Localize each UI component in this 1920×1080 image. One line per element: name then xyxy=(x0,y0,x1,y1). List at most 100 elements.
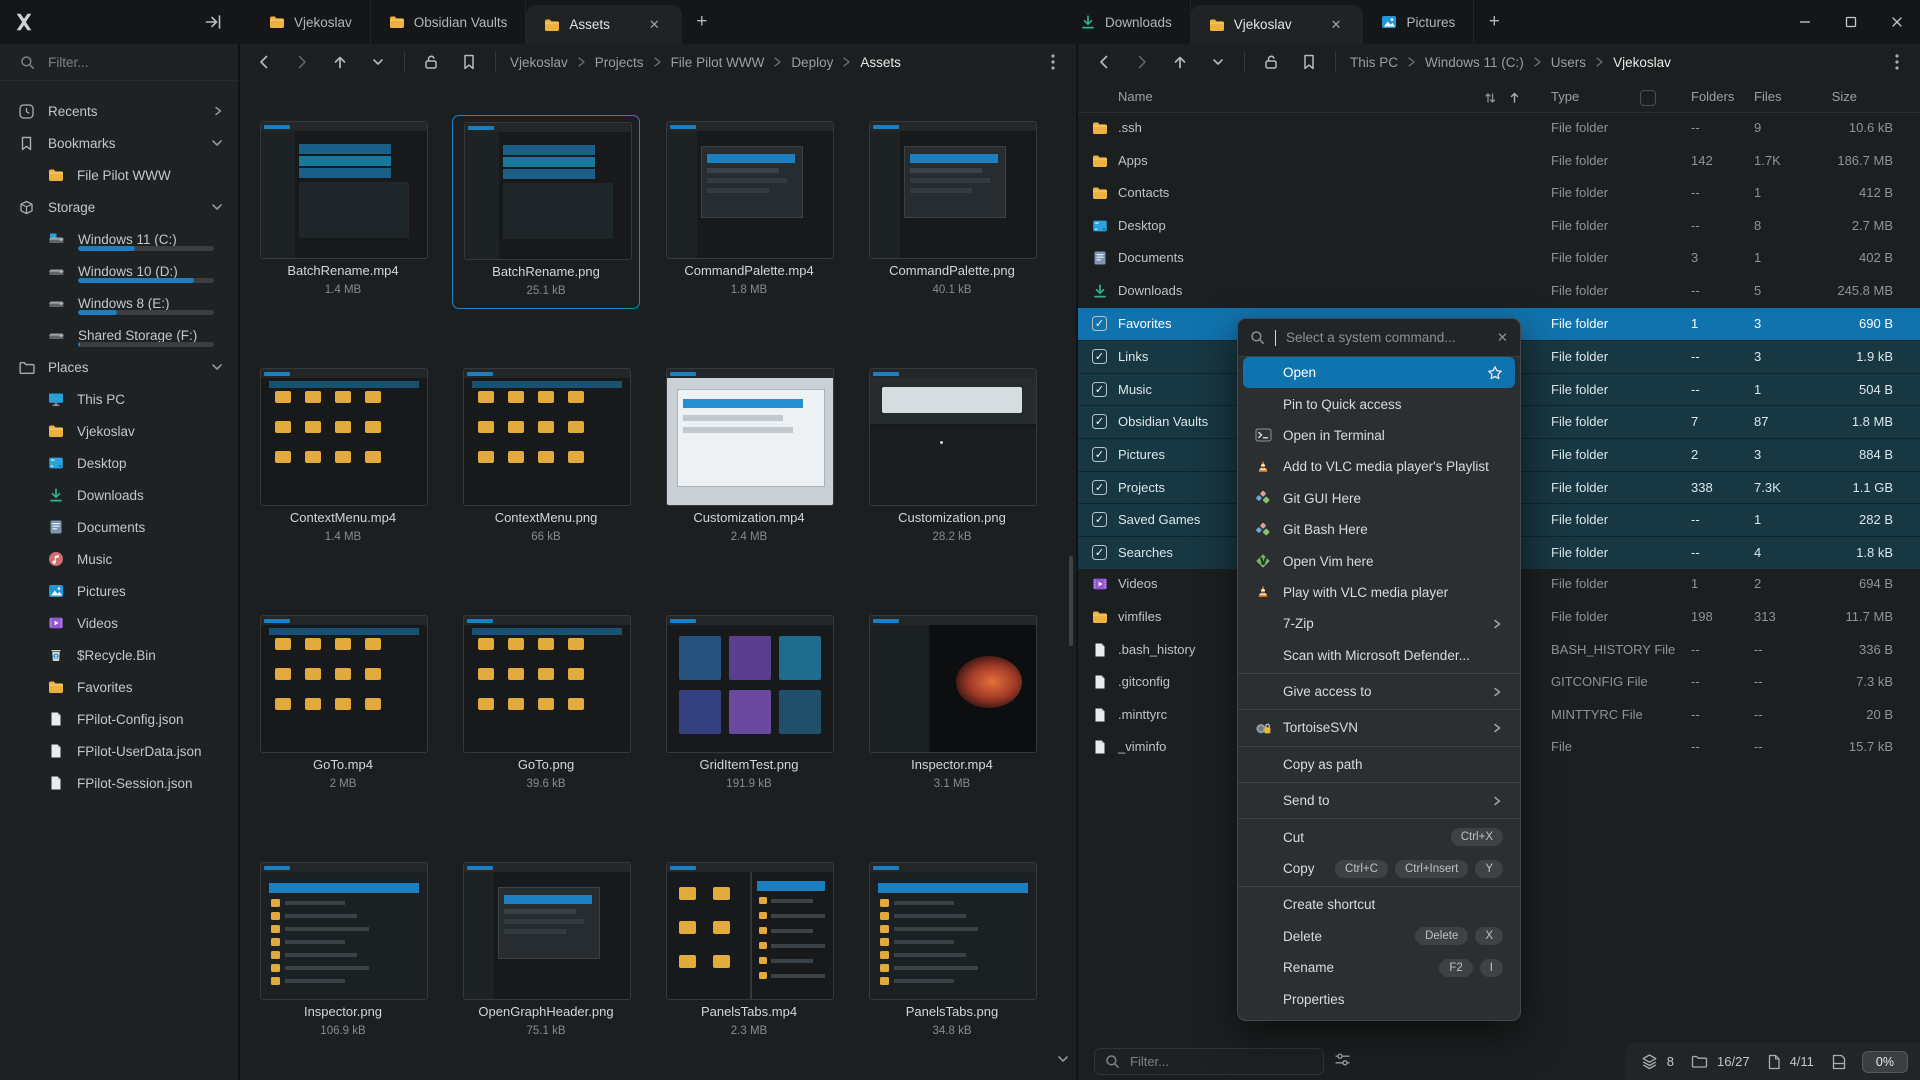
menu-item-scan-with-microsoft-defender-[interactable]: Scan with Microsoft Defender... xyxy=(1243,640,1515,671)
sidebar-item-fpilot-userdata-json[interactable]: FPilot-UserData.json xyxy=(0,735,238,767)
tab-vjekoslav[interactable]: Vjekoslav✕ xyxy=(1191,5,1364,44)
menu-item-git-gui-here[interactable]: Git GUI Here xyxy=(1243,483,1515,514)
menu-item-pin-to-quick-access[interactable]: Pin to Quick access xyxy=(1243,388,1515,419)
tab-obsidian-vaults[interactable]: Obsidian Vaults xyxy=(371,0,527,44)
menu-item-rename[interactable]: RenameF2I xyxy=(1243,952,1515,983)
back-icon[interactable] xyxy=(1092,50,1116,74)
command-search-input[interactable]: Select a system command... ✕ xyxy=(1238,319,1520,357)
sidebar-section-recents[interactable]: Recents xyxy=(0,95,238,127)
grid-item-customization-mp4[interactable]: Customization.mp42.4 MB xyxy=(655,362,843,556)
menu-item-give-access-to[interactable]: Give access to xyxy=(1243,676,1515,707)
column-header-files[interactable]: Files xyxy=(1754,89,1781,104)
table-row-desktop[interactable]: DesktopFile folder--82.7 MB xyxy=(1078,210,1920,243)
lock-pane-icon[interactable] xyxy=(1259,50,1283,74)
favorite-star-icon[interactable] xyxy=(1487,365,1503,381)
list-filter-input[interactable]: Filter... xyxy=(1094,1048,1324,1075)
row-checkbox-checked[interactable]: ✓ xyxy=(1092,349,1107,364)
sidebar-section-places[interactable]: Places xyxy=(0,351,238,383)
forward-icon[interactable] xyxy=(290,50,314,74)
minimize-button[interactable] xyxy=(1782,0,1828,44)
lock-pane-icon[interactable] xyxy=(419,50,443,74)
sidebar-item-favorites[interactable]: Favorites xyxy=(0,671,238,703)
menu-item-7-zip[interactable]: 7-Zip xyxy=(1243,608,1515,639)
sidebar-item-music[interactable]: Music xyxy=(0,543,238,575)
grid-item-commandpalette-mp4[interactable]: CommandPalette.mp41.8 MB xyxy=(655,115,843,309)
sidebar-item-pictures[interactable]: Pictures xyxy=(0,575,238,607)
menu-item-copy[interactable]: CopyCtrl+CCtrl+InsertY xyxy=(1243,853,1515,884)
table-row-documents[interactable]: DocumentsFile folder31402 B xyxy=(1078,242,1920,275)
tab-pictures[interactable]: Pictures xyxy=(1363,0,1474,44)
scroll-down-icon[interactable] xyxy=(1056,1052,1070,1066)
column-header-size[interactable]: Size xyxy=(1832,89,1857,104)
grid-item-contextmenu-mp4[interactable]: ContextMenu.mp41.4 MB xyxy=(249,362,437,556)
grid-item-inspector-png[interactable]: Inspector.png106.9 kB xyxy=(249,856,437,1050)
menu-item-open-in-terminal[interactable]: Open in Terminal xyxy=(1243,420,1515,451)
select-all-checkbox[interactable] xyxy=(1640,90,1656,106)
grid-item-opengraphheader-png[interactable]: OpenGraphHeader.png75.1 kB xyxy=(452,856,640,1050)
breadcrumb-segment[interactable]: Vjekoslav xyxy=(510,55,568,70)
history-dropdown-icon[interactable] xyxy=(366,50,390,74)
menu-item-tortoisesvn[interactable]: TortoiseSVN xyxy=(1243,712,1515,743)
menu-item-create-shortcut[interactable]: Create shortcut xyxy=(1243,889,1515,920)
menu-item-delete[interactable]: DeleteDeleteX xyxy=(1243,921,1515,952)
tab-close-icon[interactable]: ✕ xyxy=(645,16,664,33)
grid-item-batchrename-png[interactable]: BatchRename.png25.1 kB xyxy=(452,115,640,309)
breadcrumb-segment[interactable]: Assets xyxy=(860,55,901,70)
sidebar-item--recycle-bin[interactable]: $Recycle.Bin xyxy=(0,639,238,671)
menu-item-add-to-vlc-media-player-s-playlist[interactable]: Add to VLC media player's Playlist xyxy=(1243,451,1515,482)
column-header-folders[interactable]: Folders xyxy=(1691,89,1734,104)
tab-assets[interactable]: Assets✕ xyxy=(526,5,681,44)
sidebar-item-downloads[interactable]: Downloads xyxy=(0,479,238,511)
column-header-type[interactable]: Type xyxy=(1551,89,1579,104)
grid-item-goto-png[interactable]: GoTo.png39.6 kB xyxy=(452,609,640,803)
tab-vjekoslav[interactable]: Vjekoslav xyxy=(251,0,371,44)
tab-close-icon[interactable]: ✕ xyxy=(1327,16,1346,33)
row-checkbox-checked[interactable]: ✓ xyxy=(1092,545,1107,560)
sidebar-item-fpilot-config-json[interactable]: FPilot-Config.json xyxy=(0,703,238,735)
forward-icon[interactable] xyxy=(1130,50,1154,74)
tab-downloads[interactable]: Downloads xyxy=(1062,0,1191,44)
row-checkbox-checked[interactable]: ✓ xyxy=(1092,512,1107,527)
menu-item-properties[interactable]: Properties xyxy=(1243,983,1515,1014)
sort-mode-icon[interactable] xyxy=(1483,91,1497,105)
table-row--ssh[interactable]: .sshFile folder--910.6 kB xyxy=(1078,112,1920,145)
sidebar-section-storage[interactable]: Storage xyxy=(0,191,238,223)
grid-item-customization-png[interactable]: Customization.png28.2 kB xyxy=(858,362,1046,556)
row-checkbox-checked[interactable]: ✓ xyxy=(1092,480,1107,495)
column-header-name[interactable]: Name xyxy=(1118,89,1153,104)
sidebar-item-fpilot-session-json[interactable]: FPilot-Session.json xyxy=(0,767,238,799)
row-checkbox-checked[interactable]: ✓ xyxy=(1092,447,1107,462)
maximize-button[interactable] xyxy=(1828,0,1874,44)
up-icon[interactable] xyxy=(1168,50,1192,74)
close-button[interactable] xyxy=(1874,0,1920,44)
history-dropdown-icon[interactable] xyxy=(1206,50,1230,74)
scrollbar-thumb[interactable] xyxy=(1069,556,1073,646)
more-options-icon[interactable] xyxy=(1884,49,1910,75)
menu-item-send-to[interactable]: Send to xyxy=(1243,785,1515,816)
breadcrumb-segment[interactable]: Vjekoslav xyxy=(1613,55,1671,70)
new-tab-button[interactable]: + xyxy=(682,0,722,44)
grid-item-panelstabs-png[interactable]: PanelsTabs.png34.8 kB xyxy=(858,856,1046,1050)
sidebar-item-this-pc[interactable]: This PC xyxy=(0,383,238,415)
sidebar-item-desktop[interactable]: Desktop xyxy=(0,447,238,479)
breadcrumb-segment[interactable]: Windows 11 (C:) xyxy=(1425,55,1524,70)
progress-badge[interactable]: 0% xyxy=(1862,1051,1908,1073)
grid-item-goto-mp4[interactable]: GoTo.mp42 MB xyxy=(249,609,437,803)
row-checkbox-checked[interactable]: ✓ xyxy=(1092,414,1107,429)
grid-item-batchrename-mp4[interactable]: BatchRename.mp41.4 MB xyxy=(249,115,437,309)
row-checkbox-checked[interactable]: ✓ xyxy=(1092,316,1107,331)
sidebar-filter-input[interactable]: Filter... xyxy=(0,44,238,81)
new-tab-button[interactable]: + xyxy=(1474,0,1514,44)
breadcrumb-segment[interactable]: Deploy xyxy=(791,55,833,70)
menu-item-open[interactable]: Open xyxy=(1243,357,1515,388)
table-row-apps[interactable]: AppsFile folder1421.7K186.7 MB xyxy=(1078,145,1920,178)
grid-item-panelstabs-mp4[interactable]: PanelsTabs.mp42.3 MB xyxy=(655,856,843,1050)
table-row-downloads[interactable]: DownloadsFile folder--5245.8 MB xyxy=(1078,275,1920,308)
grid-item-contextmenu-png[interactable]: ContextMenu.png66 kB xyxy=(452,362,640,556)
focus-panel-icon[interactable] xyxy=(204,13,222,31)
more-options-icon[interactable] xyxy=(1040,49,1066,75)
sidebar-item-vjekoslav[interactable]: Vjekoslav xyxy=(0,415,238,447)
sidebar-section-bookmarks[interactable]: Bookmarks xyxy=(0,127,238,159)
sidebar-item-videos[interactable]: Videos xyxy=(0,607,238,639)
breadcrumb-segment[interactable]: Projects xyxy=(595,55,644,70)
